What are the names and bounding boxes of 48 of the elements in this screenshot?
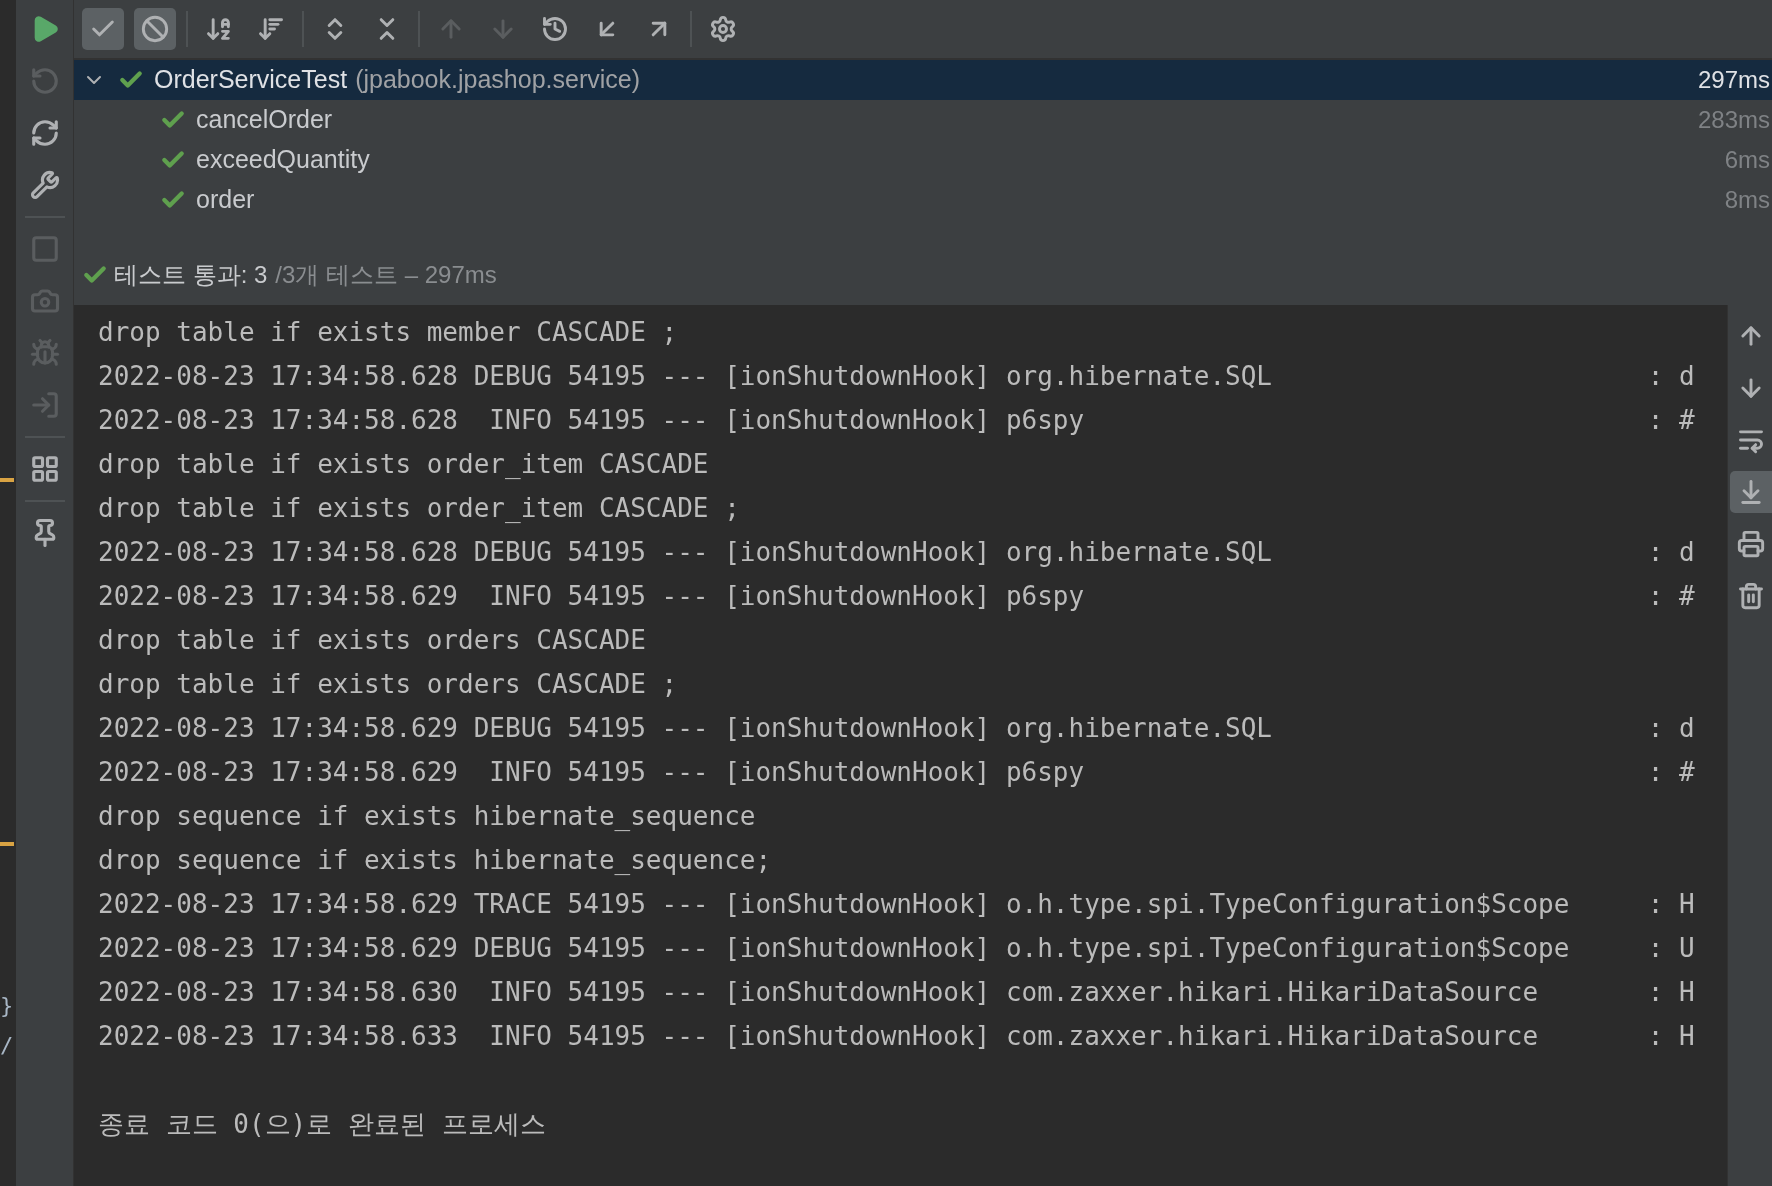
exit-message: 종료 코드 0(으)로 완료된 프로세스 <box>98 1108 547 1141</box>
console-line: drop sequence if exists hibernate_sequence; <box>98 844 773 877</box>
summary-label: 테스트 통과: 3 <box>114 260 268 290</box>
refresh-icon[interactable] <box>29 118 60 148</box>
console-line: 2022-08-23 17:34:58.628 DEBUG 54195 --- [ionShutdownHook] org.hibernate.SQL : d <box>98 536 1696 569</box>
console-line: 2022-08-23 17:34:58.628 INFO 54195 --- [ionShutdownHook] p6spy : # <box>98 404 1696 437</box>
test-duration: 8ms <box>1724 185 1771 215</box>
test-method-name: cancelOrder <box>196 104 333 136</box>
test-method-name: order <box>196 184 255 216</box>
tree-row[interactable]: OrderServiceTest (jpabook.jpashop.service) 297ms <box>74 60 1772 100</box>
clock-icon <box>541 15 569 43</box>
layout-icon[interactable] <box>29 454 60 484</box>
console-line: 2022-08-23 17:34:58.629 TRACE 54195 --- [ionShutdownHook] o.h.type.spi.TypeConfiguration$Scope : H <box>98 888 1696 921</box>
console-line: drop sequence if exists hibernate_sequence <box>98 800 757 833</box>
test-class-name: OrderServiceTest <box>154 64 348 96</box>
sort-icon <box>257 15 285 43</box>
test-method-name: exceedQuantity <box>196 144 370 176</box>
console-line: drop table if exists order_item CASCADE <box>98 448 710 481</box>
console-line: 2022-08-23 17:34:58.628 DEBUG 54195 --- [ionShutdownHook] org.hibernate.SQL : d <box>98 360 1696 393</box>
tree-row[interactable]: cancelOrder 283ms <box>74 100 1772 140</box>
code-glyph: / <box>0 1032 14 1060</box>
test-duration: 6ms <box>1724 145 1771 175</box>
tree-row[interactable]: order 8ms <box>74 180 1772 220</box>
summary-detail: /3개 테스트 – 297ms <box>275 260 497 290</box>
console-line: drop table if exists order_item CASCADE ; <box>98 492 741 525</box>
wrench-icon[interactable] <box>29 170 60 200</box>
sort-alpha-icon <box>205 15 233 43</box>
console-line: 2022-08-23 17:34:58.629 DEBUG 54195 --- [ionShutdownHook] o.h.type.spi.TypeConfiguration$Scope : U <box>98 932 1696 965</box>
trash-icon <box>1737 582 1765 610</box>
console-line: 2022-08-23 17:34:58.630 INFO 54195 --- [ionShutdownHook] com.zaxxer.hikari.HikariDataSource : H <box>98 976 1696 1009</box>
console-line: 2022-08-23 17:34:58.629 DEBUG 54195 --- [ionShutdownHook] org.hibernate.SQL : d <box>98 712 1696 745</box>
settings-icon <box>709 15 737 43</box>
ban-icon <box>141 15 169 43</box>
console-line: drop table if exists member CASCADE ; <box>98 316 679 349</box>
test-duration: 283ms <box>1697 105 1771 135</box>
console-line: 2022-08-23 17:34:58.633 INFO 54195 --- [ionShutdownHook] com.zaxxer.hikari.HikariDataSource : H <box>98 1020 1696 1053</box>
check-button[interactable] <box>82 8 124 50</box>
code-glyph: } <box>0 992 14 1020</box>
test-duration: 297ms <box>1697 65 1771 95</box>
tree-row[interactable]: exceedQuantity 6ms <box>74 140 1772 180</box>
ban-button[interactable] <box>134 8 176 50</box>
scroll-to-end-button[interactable] <box>1730 471 1772 513</box>
console-line: 2022-08-23 17:34:58.629 INFO 54195 --- [ionShutdownHook] p6spy : # <box>98 756 1696 789</box>
console-line: drop table if exists orders CASCADE ; <box>98 668 679 701</box>
console-line: drop table if exists orders CASCADE <box>98 624 647 657</box>
console-line: 2022-08-23 17:34:58.629 INFO 54195 --- [ionShutdownHook] p6spy : # <box>98 580 1696 613</box>
package-name: (jpabook.jpashop.service) <box>355 64 640 96</box>
printer-icon <box>1737 530 1765 558</box>
